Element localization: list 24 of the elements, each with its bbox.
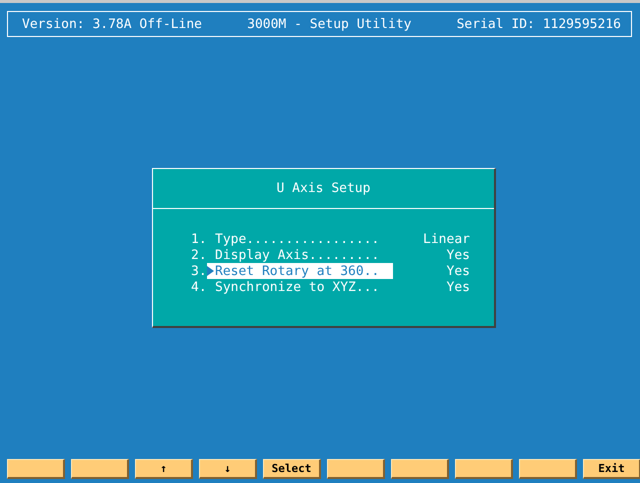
function-key[interactable]: Select (263, 459, 321, 479)
item-number: 4. (191, 280, 207, 294)
blank-function-key[interactable] (7, 459, 65, 479)
blank-function-key[interactable] (455, 459, 513, 479)
item-value: Linear (423, 232, 470, 246)
blank-function-key[interactable] (71, 459, 129, 479)
version-label: Version: 3.78A Off-Line (22, 16, 202, 32)
pointer-icon (207, 266, 214, 276)
blank-function-key[interactable] (391, 459, 449, 479)
item-number: 3. (191, 264, 207, 278)
item-number: 1. (191, 232, 207, 246)
item-number: 2. (191, 248, 207, 262)
serial-id-label: Serial ID: 1129595216 (456, 16, 621, 32)
item-value: Yes (446, 248, 470, 262)
function-key[interactable]: ↑ (135, 459, 193, 479)
item-value: Yes (446, 264, 470, 278)
dialog-title: U Axis Setup (276, 181, 370, 196)
function-key[interactable]: Exit (583, 459, 640, 479)
blank-function-key[interactable] (519, 459, 577, 479)
app-title: 3000M - Setup Utility (247, 16, 412, 32)
blank-function-key[interactable] (327, 459, 385, 479)
function-key[interactable]: ↓ (199, 459, 257, 479)
item-value: Yes (446, 280, 470, 294)
menu-item[interactable]: Reset Rotary at 360.. (207, 263, 393, 279)
